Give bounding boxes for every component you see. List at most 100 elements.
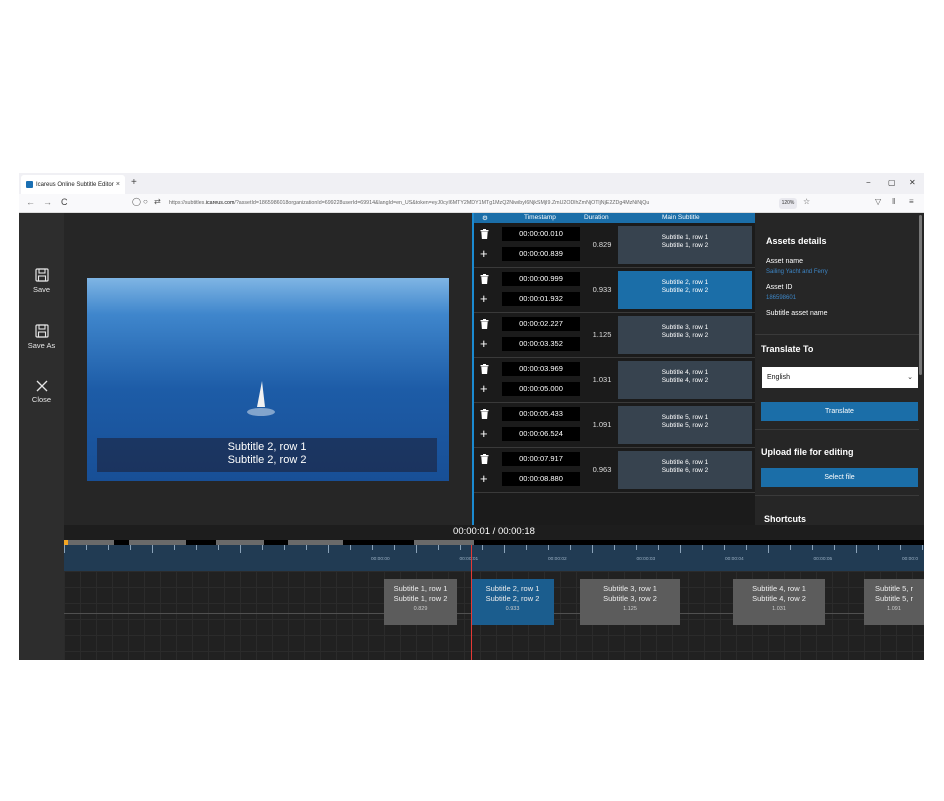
subtitle-text-field[interactable]: Subtitle 1, row 1 Subtitle 1, row 2 [618,226,752,264]
maximize-button[interactable]: ▢ [888,178,896,187]
add-subtitle-icon[interactable]: + [480,247,488,260]
minimize-button[interactable]: − [866,178,871,187]
trash-icon[interactable] [480,274,489,284]
trash-icon[interactable] [480,409,489,419]
duration-value: 0.829 [592,240,612,249]
cue-line-2: Subtitle 2, row 2 [485,594,540,603]
add-subtitle-icon[interactable]: + [480,472,488,485]
ruler-tick [64,545,65,553]
end-timestamp-field[interactable]: 00:00:01.932 [502,292,580,306]
trash-icon[interactable] [480,364,489,374]
cue-line-1: Subtitle 5, r [875,584,913,593]
subtitle-row: +00:00:05.433 00:00:06.524 1.091 Subtitle 5… [474,403,755,448]
subtitle-line-2: Subtitle 4, row 2 [661,377,709,384]
timeline-cue[interactable]: Subtitle 1, row 1 Subtitle 1, row 2 0.829 [384,579,457,625]
timeline-ruler[interactable]: 00:00:00 00:00:01 00:00:02 00:00:03 00:00:04… [64,545,924,571]
add-subtitle-icon[interactable]: + [480,337,488,350]
cue-duration: 0.933 [505,606,520,612]
library-icon[interactable]: ‖ [892,197,895,206]
subtitle-text-field[interactable]: Subtitle 4, row 1 Subtitle 4, row 2 [618,361,752,399]
upload-heading: Upload file for editing [761,447,854,457]
ruler-tick [680,545,681,553]
add-subtitle-icon[interactable]: + [480,382,488,395]
reload-button[interactable]: C [61,197,68,207]
start-timestamp-field[interactable]: 00:00:07.917 [502,452,580,466]
add-subtitle-icon[interactable]: + [480,427,488,440]
playhead[interactable] [471,545,472,660]
start-timestamp-field[interactable]: 00:00:03.969 [502,362,580,376]
duration-value: 0.963 [592,465,612,474]
close-button[interactable]: Close [19,380,64,404]
assets-details-heading: Assets details [766,236,827,246]
divider [755,495,919,496]
save-button[interactable]: Save [19,268,64,294]
address-bar[interactable]: https://subtitles.icareus.com/?assetId=1… [169,197,774,210]
menu-icon[interactable]: ≡ [909,197,914,206]
url-rest: /?assetId=1865986018organizationId=69922… [234,200,650,206]
pocket-icon[interactable]: ▽ [875,197,881,206]
subtitle-text-field[interactable]: Subtitle 6, row 1 Subtitle 6, row 2 [618,451,752,489]
subtitle-track[interactable]: Subtitle 1, row 1 Subtitle 1, row 2 0.829 S… [64,571,924,660]
ruler-tick [460,545,461,550]
start-timestamp-field[interactable]: 00:00:05.433 [502,407,580,421]
add-subtitle-icon[interactable]: + [480,292,488,305]
window-close-button[interactable]: ✕ [909,178,916,187]
trash-icon[interactable] [480,319,489,329]
timeline-cue[interactable]: Subtitle 2, row 1 Subtitle 2, row 2 0.933 [471,579,554,625]
start-timestamp-field[interactable]: 00:00:02.227 [502,317,580,331]
duration-value: 1.091 [592,420,612,429]
end-timestamp-field[interactable]: 00:00:08.880 [502,472,580,486]
ruler-tick [812,545,813,550]
ruler-tick [856,545,857,553]
subtitle-text-field[interactable]: Subtitle 5, row 1 Subtitle 5, row 2 [618,406,752,444]
timeline-cue[interactable]: Subtitle 5, r Subtitle 5, r 1.091 [864,579,924,625]
asset-name-value: Sailing Yacht and Ferry [766,269,828,275]
new-tab-button[interactable]: + [131,177,137,188]
ruler-tick [834,545,835,550]
start-timestamp-field[interactable]: 00:00:00.010 [502,227,580,241]
subtitle-text-field[interactable]: Subtitle 3, row 1 Subtitle 3, row 2 [618,316,752,354]
right-panel-scrollbar[interactable] [919,215,922,375]
trash-icon[interactable] [480,454,489,464]
timeline-cue[interactable]: Subtitle 3, row 1 Subtitle 3, row 2 1.125 [580,579,680,625]
end-timestamp-field[interactable]: 00:00:05.000 [502,382,580,396]
url-domain: icareus.com [205,200,235,206]
asset-name-label: Asset name [766,258,803,265]
settings-gear-icon[interactable]: ⚙ [482,214,488,222]
ruler-tick [878,545,879,550]
language-select[interactable]: English ⌄ [762,367,918,388]
end-timestamp-field[interactable]: 00:00:00.839 [502,247,580,261]
zoom-level[interactable]: 120% [779,198,797,209]
ruler-tick [702,545,703,550]
end-timestamp-field[interactable]: 00:00:03.352 [502,337,580,351]
duration-value: 0.933 [592,285,612,294]
video-player[interactable]: Subtitle 2, row 1 Subtitle 2, row 2 [87,278,449,481]
ruler-tick [218,545,219,550]
bookmark-star-icon[interactable]: ☆ [803,197,810,206]
subtitle-text-field[interactable]: Subtitle 2, row 1 Subtitle 2, row 2 [618,271,752,309]
chevron-down-icon: ⌄ [907,374,913,381]
list-header: ⚙ Timestamp Duration Main Subtitle [474,213,755,223]
ruler-tick [592,545,593,553]
ruler-tick [328,545,329,553]
end-timestamp-field[interactable]: 00:00:06.524 [502,427,580,441]
ruler-tick [548,545,549,550]
ruler-tick [174,545,175,550]
start-timestamp-field[interactable]: 00:00:00.999 [502,272,580,286]
select-file-button[interactable]: Select file [761,468,918,487]
ruler-label: 00:00:05 [813,557,833,562]
back-button[interactable]: ← [26,197,35,207]
save-as-button[interactable]: Save As [19,324,64,350]
translate-button[interactable]: Translate [761,402,918,421]
browser-tab[interactable]: Icareus Online Subtitle Editor × [21,175,125,194]
subtitle-line-2: Subtitle 3, row 2 [661,332,709,339]
ruler-tick [284,545,285,550]
ruler-tick [262,545,263,550]
trash-icon[interactable] [480,229,489,239]
timeline-cue[interactable]: Subtitle 4, row 1 Subtitle 4, row 2 1.031 [733,579,825,625]
tab-close-icon[interactable]: × [116,181,120,188]
header-main-subtitle: Main Subtitle [662,214,700,221]
browser-window: Icareus Online Subtitle Editor × + − ▢ ✕… [19,173,924,660]
forward-button[interactable]: → [43,197,52,207]
cue-line-1: Subtitle 4, row 1 [752,584,806,593]
